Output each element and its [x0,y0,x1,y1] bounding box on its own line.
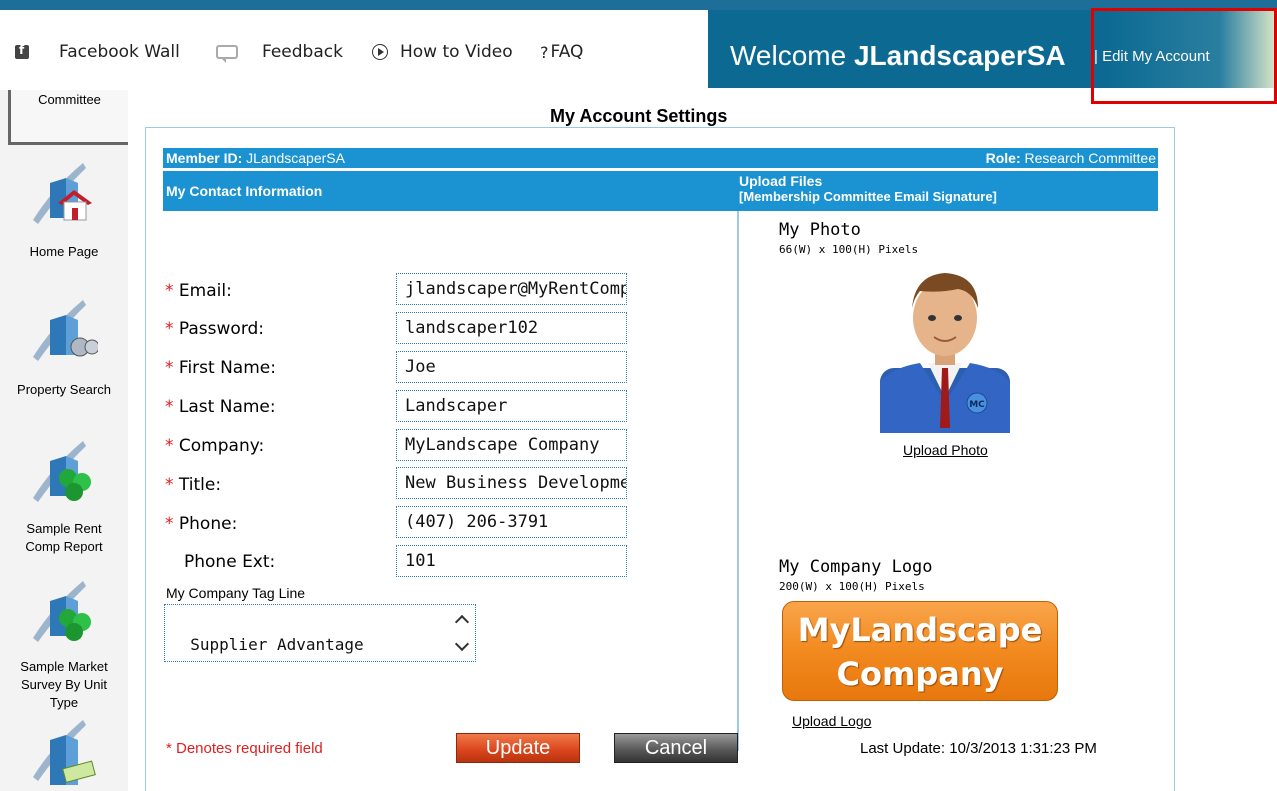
tagline-label: My Company Tag Line [166,585,306,601]
sidebar: Committee Home Page Property Search Samp… [0,90,128,791]
title-label-text: Title: [178,475,222,495]
email-label: * Email: [165,281,232,301]
last-name-label-text: Last Name: [178,397,276,417]
role-label: Role: [985,150,1021,166]
first-name-field[interactable]: Joe [396,351,627,383]
sidebar-item-rent-comp-report[interactable]: Sample Rent Comp Report [0,520,128,556]
feedback-label: Feedback [262,42,343,62]
update-button[interactable]: Update [456,733,580,763]
facebook-wall-label: Facebook Wall [59,42,180,62]
section-header-bar: My Contact Information Upload Files [Mem… [163,171,1158,211]
scroll-down-icon[interactable] [454,636,470,652]
contact-info-header: My Contact Information [166,183,323,199]
required-field-note: * Denotes required field [166,740,323,757]
my-photo-title: My Photo [779,220,861,240]
required-mark: * [165,514,174,534]
last-update-text: Last Update: 10/3/2013 1:31:23 PM [860,740,1097,757]
top-accent-line [0,0,1277,10]
company-logo-image: MyLandscape Company [782,601,1058,701]
rent-comp-report-icon[interactable] [28,436,98,506]
sidebar-item-committee[interactable]: Committee [8,90,128,145]
tagline-scrollbar[interactable] [454,611,471,659]
required-mark: * [165,436,174,456]
my-photo-dimensions: 66(W) x 100(H) Pixels [779,243,919,256]
email-label-text: Email: [178,281,232,301]
title-label: * Title: [165,475,221,495]
cancel-button[interactable]: Cancel [614,733,738,763]
sidebar-item-market-survey[interactable]: Sample Market Survey By Unit Type [0,658,128,712]
upload-photo-link[interactable]: Upload Photo [903,442,988,458]
welcome-prefix: Welcome [730,40,854,71]
sidebar-item-property-search[interactable]: Property Search [0,381,128,399]
logo-line1: MyLandscape [797,611,1043,649]
welcome-text: Welcome JLandscaperSA [730,40,1066,72]
facebook-wall-link[interactable]: Facebook Wall [15,42,180,62]
money-icon[interactable] [28,715,98,785]
upload-logo-link[interactable]: Upload Logo [792,713,871,729]
required-mark: * [165,475,174,495]
company-field[interactable]: MyLandscape Company [396,429,627,461]
password-label: * Password: [165,319,264,339]
required-mark: * [165,319,174,339]
phone-ext-label: Phone Ext: [184,552,276,572]
role-value: Research Committee [1024,150,1157,166]
company-label: * Company: [165,436,264,456]
feedback-icon [216,45,238,63]
tagline-text: Supplier Advantage Access through OMS [171,635,364,661]
last-name-field[interactable]: Landscaper [396,390,627,422]
company-logo-title: My Company Logo [779,557,933,577]
password-label-text: Password: [178,319,265,339]
tagline-textarea[interactable]: Supplier Advantage Access through OMS [164,604,476,662]
required-mark: * [165,397,174,417]
home-icon[interactable] [28,158,98,228]
member-info-bar: Member ID: JLandscaperSA Role: Research … [163,148,1158,168]
binoculars-icon[interactable] [28,295,98,365]
question-icon: ? [540,42,549,62]
phone-label-text: Phone: [178,514,238,534]
feedback-link[interactable]: Feedback [216,42,343,63]
phone-label: * Phone: [165,514,237,534]
required-mark: * [165,281,174,301]
page-title: My Account Settings [550,106,728,126]
play-icon [372,44,388,60]
facebook-icon [15,43,29,59]
how-to-video-link[interactable]: How to Video [372,42,513,62]
sidebar-item-label: Committee [38,92,101,107]
member-id-label: Member ID: [166,150,243,166]
company-label-text: Company: [178,436,265,456]
email-field[interactable]: jlandscaper@MyRentComps.com [396,273,627,305]
scroll-up-icon[interactable] [454,614,470,630]
sidebar-item-label: Sample Rent Comp Report [25,521,103,554]
title-field[interactable]: New Business Development [396,467,627,499]
profile-photo: MC [880,273,1010,433]
sidebar-item-label: Sample Market Survey By Unit Type [20,659,108,710]
market-survey-icon[interactable] [28,576,98,646]
company-logo-dimensions: 200(W) x 100(H) Pixels [779,580,925,593]
badge-text: MC [969,400,985,410]
faq-label: FAQ [550,42,584,62]
top-nav: Facebook Wall Feedback How to Video ? FA… [0,10,700,90]
upload-files-header: Upload Files [739,173,823,189]
logo-line2: Company [836,655,1004,693]
member-id-value: JLandscaperSA [246,150,345,166]
phone-field[interactable]: (407) 206-3791 [396,506,627,538]
last-name-label: * Last Name: [165,397,276,417]
phone-ext-field[interactable]: 101 [396,545,627,577]
highlight-box [1091,8,1277,104]
first-name-label: * First Name: [165,358,276,378]
sidebar-item-home-page[interactable]: Home Page [0,243,128,261]
first-name-label-text: First Name: [178,358,276,378]
how-to-video-label: How to Video [400,42,513,62]
faq-link[interactable]: ? FAQ [540,42,583,62]
column-divider [737,211,739,751]
password-field[interactable]: landscaper102 [396,312,627,344]
upload-files-subheader: [Membership Committee Email Signature] [739,189,997,204]
welcome-username: JLandscaperSA [853,40,1066,71]
required-mark: * [165,358,174,378]
